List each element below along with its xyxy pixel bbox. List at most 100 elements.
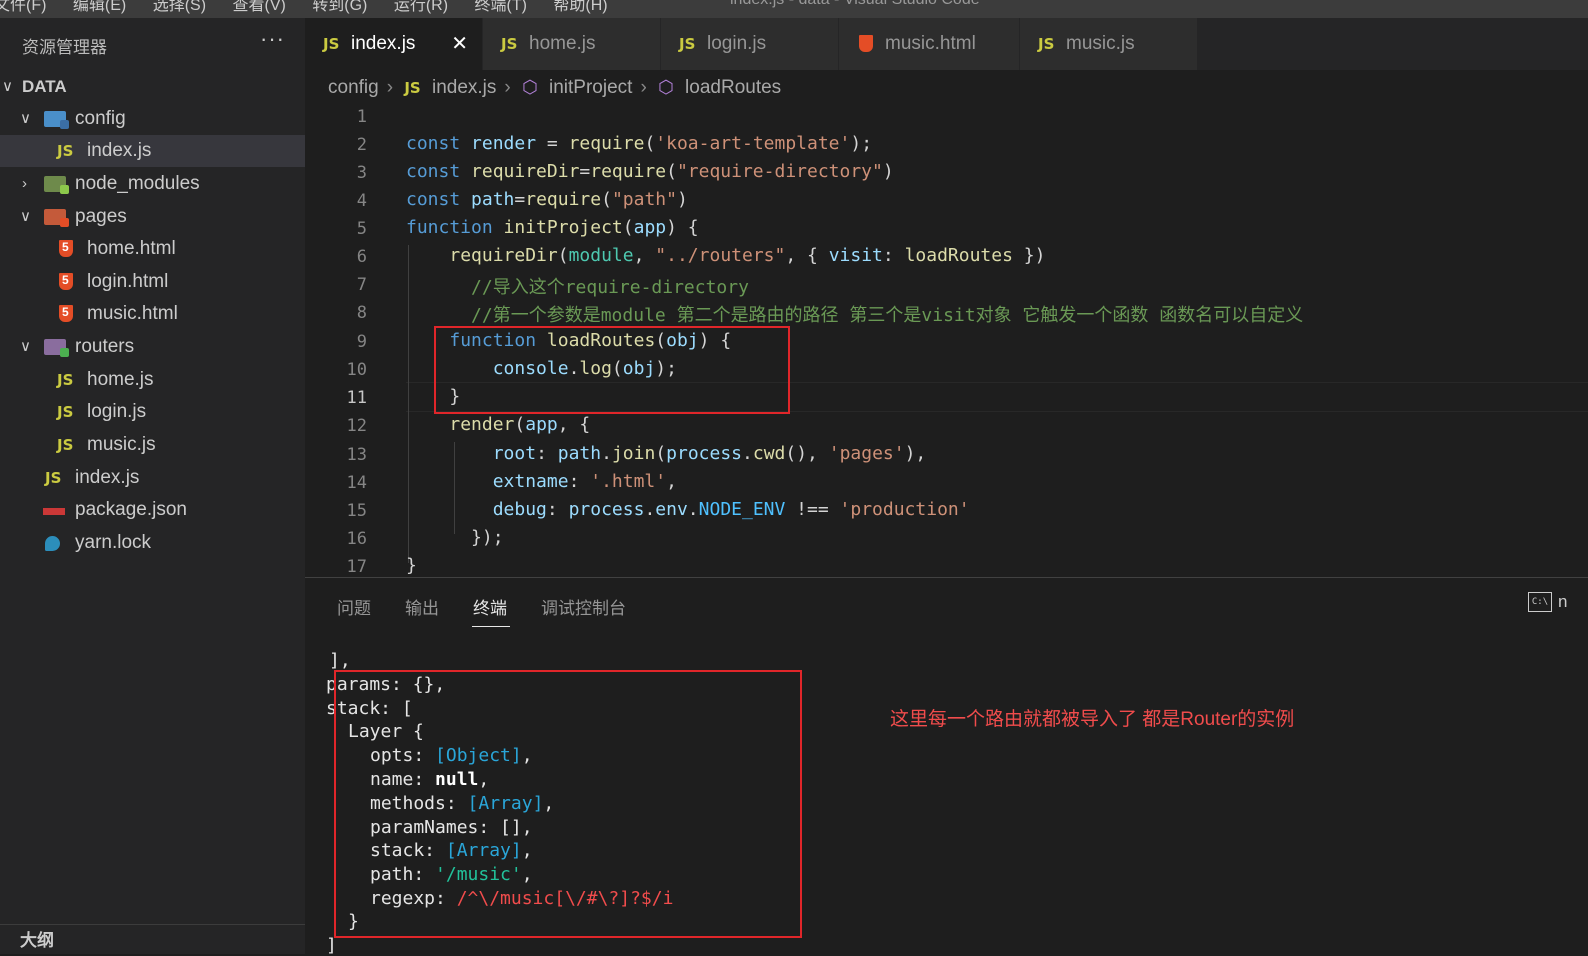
tree-folder-routers[interactable]: ∨ routers bbox=[0, 331, 305, 363]
menu-go[interactable]: 转到(G) bbox=[312, 0, 367, 14]
window-title: index.js - data - Visual Studio Code bbox=[730, 0, 980, 9]
tab-home-js[interactable]: JS home.js bbox=[483, 18, 661, 70]
code-line-17: } bbox=[406, 555, 417, 576]
token: !== bbox=[785, 499, 840, 520]
tree-folder-node-modules[interactable]: › node_modules bbox=[0, 168, 305, 200]
terminal-icon[interactable]: C:\ bbox=[1528, 592, 1552, 612]
tree-folder-pages[interactable]: ∨ pages bbox=[0, 201, 305, 233]
token: }) bbox=[1012, 245, 1046, 266]
html5-file-icon bbox=[859, 35, 873, 52]
token: . bbox=[601, 443, 612, 464]
token: = bbox=[579, 161, 591, 182]
tab-music-js[interactable]: JS music.js bbox=[1020, 18, 1198, 70]
tree-item-label: home.html bbox=[87, 238, 176, 259]
js-file-icon: JS bbox=[404, 79, 421, 97]
menu-selection[interactable]: 选择(S) bbox=[153, 0, 206, 14]
code-line-16: }); bbox=[406, 527, 504, 548]
line-number: 14 bbox=[346, 473, 367, 493]
token: env bbox=[655, 499, 688, 520]
tree-file-home-js[interactable]: JS home.js bbox=[0, 364, 305, 396]
token: join bbox=[611, 443, 656, 464]
close-icon[interactable]: ✕ bbox=[451, 18, 468, 70]
token: ) bbox=[882, 161, 894, 182]
tree-file-yarn-lock[interactable]: yarn.lock bbox=[0, 527, 305, 559]
token: , { bbox=[785, 245, 829, 266]
token: require bbox=[568, 133, 645, 154]
outline-section-header[interactable]: 大纲 bbox=[20, 926, 54, 951]
chevron-down-icon: ∨ bbox=[20, 208, 31, 225]
token: . bbox=[644, 499, 656, 520]
menu-file[interactable]: 文件(F) bbox=[0, 0, 46, 14]
tree-file-package-json[interactable]: package.json bbox=[0, 494, 305, 526]
token: ) bbox=[676, 189, 688, 210]
menu-terminal[interactable]: 终端(T) bbox=[475, 0, 527, 14]
js-file-icon: JS bbox=[57, 436, 74, 454]
code-line-13: root: path.join(process.cwd(), 'pages'), bbox=[406, 443, 927, 464]
panel-tab-output[interactable]: 输出 bbox=[405, 594, 439, 619]
tab-index-js[interactable]: JS index.js ✕ bbox=[305, 18, 483, 70]
tree-folder-config[interactable]: ∨ config bbox=[0, 103, 305, 135]
breadcrumb: config › JS index.js › ⬡ initProject › ⬡ lo… bbox=[328, 74, 787, 100]
token: : bbox=[882, 245, 905, 266]
tree-file-login-js[interactable]: JS login.js bbox=[0, 396, 305, 428]
token: requireDir bbox=[449, 245, 558, 266]
editor-tab-bar: JS index.js ✕ JS home.js JS login.js mus… bbox=[305, 18, 1588, 70]
highlight-box-loadroutes bbox=[434, 326, 790, 414]
tab-music-html[interactable]: music.html bbox=[839, 18, 1020, 70]
menu-help[interactable]: 帮助(H) bbox=[553, 0, 607, 14]
breadcrumb-separator-icon: › bbox=[640, 77, 647, 98]
tree-item-label: index.js bbox=[87, 140, 152, 161]
tree-file-home-html[interactable]: home.html bbox=[0, 231, 305, 268]
breadcrumb-symbol-loadroutes[interactable]: loadRoutes bbox=[685, 77, 781, 98]
token: "../routers" bbox=[655, 245, 786, 266]
tree-file-login-html[interactable]: login.html bbox=[0, 264, 305, 298]
explorer-title: 资源管理器 bbox=[22, 38, 107, 57]
chevron-down-icon: ∨ bbox=[20, 110, 31, 127]
panel-tab-debug-console[interactable]: 调试控制台 bbox=[541, 594, 626, 619]
token: , bbox=[666, 471, 677, 492]
menu-edit[interactable]: 编辑(E) bbox=[73, 0, 126, 14]
tree-item-label: home.js bbox=[87, 369, 154, 390]
folder-config-icon bbox=[44, 103, 69, 138]
line-number: 12 bbox=[346, 416, 367, 436]
tree-item-label: node_modules bbox=[75, 173, 200, 194]
breadcrumb-symbol-initproject[interactable]: initProject bbox=[549, 77, 632, 98]
terminal-name[interactable]: n bbox=[1558, 592, 1567, 612]
tree-root-data[interactable]: ∨ DATA bbox=[0, 71, 305, 103]
token: const bbox=[406, 133, 461, 154]
js-file-icon: JS bbox=[57, 403, 74, 421]
tree-file-music-js[interactable]: JS music.js bbox=[0, 429, 305, 461]
tab-login-js[interactable]: JS login.js bbox=[661, 18, 839, 70]
tree-item-label: login.js bbox=[87, 401, 147, 422]
tree-file-config-index-js[interactable]: JS index.js bbox=[0, 135, 305, 167]
code-line-14: extname: '.html', bbox=[406, 471, 677, 492]
line-number: 2 bbox=[356, 135, 367, 155]
tree-file-root-index-js[interactable]: JS index.js bbox=[0, 462, 305, 494]
tree-file-music-html[interactable]: music.html bbox=[0, 296, 305, 333]
breadcrumb-separator-icon: › bbox=[386, 77, 394, 98]
token: "path" bbox=[611, 189, 677, 210]
token: ( bbox=[514, 414, 526, 435]
html5-file-icon bbox=[59, 231, 73, 268]
menu-run[interactable]: 运行(R) bbox=[394, 0, 448, 14]
token: debug bbox=[492, 499, 547, 520]
more-actions-icon[interactable]: ··· bbox=[260, 26, 285, 52]
panel-tab-terminal[interactable]: 终端 bbox=[473, 594, 507, 619]
token: NODE_ENV bbox=[698, 499, 786, 520]
html5-file-icon bbox=[59, 296, 73, 333]
line-number: 13 bbox=[346, 445, 367, 465]
token: 'production' bbox=[839, 499, 970, 520]
chevron-down-icon: ∨ bbox=[20, 338, 31, 355]
token: cwd bbox=[752, 443, 786, 464]
token: root bbox=[492, 443, 537, 464]
panel-tab-problems[interactable]: 问题 bbox=[337, 594, 371, 619]
tab-label: home.js bbox=[529, 33, 596, 54]
token: '.html' bbox=[590, 471, 667, 492]
explorer-sidebar: 资源管理器 ··· ∨ DATA ∨ config JS index.js › … bbox=[0, 18, 305, 954]
breadcrumb-file[interactable]: index.js bbox=[432, 77, 496, 98]
code-editor[interactable]: 1 2 3 4 5 6 7 8 9 10 11 12 13 14 15 16 1… bbox=[305, 104, 1588, 576]
annotation-note: 这里每一个路由就都被导入了 都是Router的实例 bbox=[890, 709, 1295, 730]
menu-view[interactable]: 查看(V) bbox=[232, 0, 285, 14]
breadcrumb-folder[interactable]: config bbox=[328, 77, 379, 98]
token: = bbox=[536, 133, 569, 154]
